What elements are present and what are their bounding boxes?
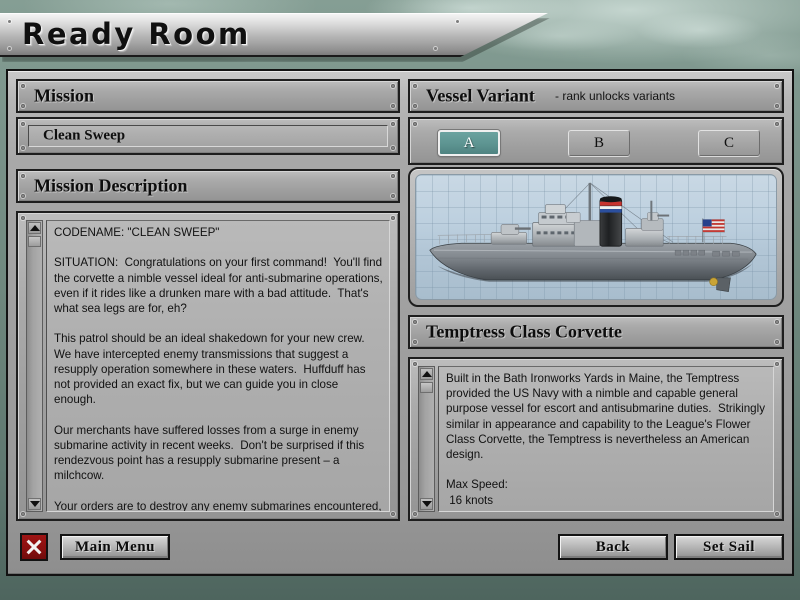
rivet-icon [413,104,417,108]
title-rivet-bottom-right [434,47,437,50]
mission-description-header-panel: Mission Description [16,169,400,203]
variant-button-b[interactable]: B [568,130,630,156]
rivet-icon [775,122,779,126]
rivet-icon [21,122,25,126]
vessel-description-text: Built in the Bath Ironworks Yards in Mai… [446,372,765,507]
vessel-description-scrollbar[interactable] [418,366,435,512]
scrollbar-thumb[interactable] [28,236,41,247]
vessel-variant-header-panel: Vessel Variant - rank unlocks variants [408,79,784,113]
rivet-icon [391,146,395,150]
rivet-icon [21,194,25,198]
mission-description-viewport: CODENAME: "CLEAN SWEEP" SITUATION: Congr… [46,220,390,512]
rivet-icon [413,122,417,126]
rivet-icon [391,104,395,108]
rivet-icon [775,340,779,344]
scroll-down-arrow-icon[interactable] [28,498,41,510]
rivet-icon [775,320,779,324]
scroll-up-arrow-icon[interactable] [420,368,433,380]
rivet-icon [391,512,395,516]
rivet-icon [391,216,395,220]
title-rivet-top-right [456,20,459,23]
corvette-ship-illustration [429,182,757,293]
vessel-preview-frame [408,167,784,307]
rivet-icon [413,512,417,516]
rivet-icon [775,104,779,108]
variant-button-c[interactable]: C [698,130,760,156]
rivet-icon [21,146,25,150]
main-menu-button[interactable]: Main Menu [60,534,170,560]
rivet-icon [391,84,395,88]
rivet-icon [391,194,395,198]
vessel-description-viewport: Built in the Bath Ironworks Yards in Mai… [438,366,774,512]
rivet-icon [391,174,395,178]
scroll-down-arrow-icon[interactable] [420,498,433,510]
close-button[interactable] [20,533,48,561]
close-x-icon [25,538,43,556]
vessel-name-label: Temptress Class Corvette [426,321,622,342]
mission-header-label: Mission [34,85,95,106]
variant-button-a[interactable]: A [438,130,500,156]
vessel-description-panel: Built in the Bath Ironworks Yards in Mai… [408,357,784,521]
rivet-icon [21,174,25,178]
mission-description-header-label: Mission Description [34,175,188,196]
rivet-icon [21,84,25,88]
scroll-up-arrow-icon[interactable] [28,222,41,234]
vessel-variant-header-label: Vessel Variant [426,85,535,106]
main-window: Mission Clean Sweep Mission Description [6,69,794,576]
mission-description-panel: CODENAME: "CLEAN SWEEP" SITUATION: Congr… [16,211,400,521]
mission-description-text: CODENAME: "CLEAN SWEEP" SITUATION: Congr… [54,226,383,512]
mission-name-value: Clean Sweep [43,127,126,144]
rivet-icon [775,84,779,88]
vessel-name-header-panel: Temptress Class Corvette [408,315,784,349]
vessel-variant-hint: - rank unlocks variants [555,89,676,103]
mission-name-panel: Clean Sweep [16,117,400,155]
title-rivet-bottom-left [8,47,11,50]
scrollbar-thumb[interactable] [420,382,433,393]
rivet-icon [413,320,417,324]
mission-name-field[interactable]: Clean Sweep [28,125,388,147]
rivet-icon [21,216,25,220]
rivet-icon [21,104,25,108]
rivet-icon [413,362,417,366]
rivet-icon [775,362,779,366]
vessel-variant-buttons-panel: A B C [408,117,784,165]
rivet-icon [775,512,779,516]
rivet-icon [413,340,417,344]
vessel-preview-canvas [415,174,777,300]
title-bar-container: Ready Room [0,13,560,62]
game-screen: Ready Room Mission Clean Sweep Mission D… [0,0,800,600]
mission-description-scrollbar[interactable] [26,220,43,512]
title-rivet-top-left [8,20,11,23]
back-button[interactable]: Back [558,534,668,560]
mission-header-panel: Mission [16,79,400,113]
set-sail-button[interactable]: Set Sail [674,534,784,560]
rivet-icon [391,122,395,126]
rivet-icon [413,84,417,88]
rivet-icon [21,512,25,516]
page-title: Ready Room [22,17,251,51]
